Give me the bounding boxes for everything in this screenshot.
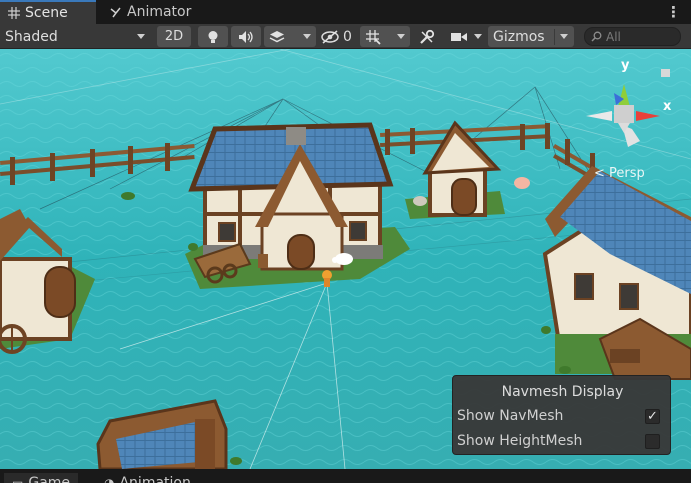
scene-toolbar: Shaded 2D 0 Gizmos All xyxy=(0,24,691,49)
animator-icon xyxy=(110,7,121,17)
tab-animator[interactable]: Animator xyxy=(101,0,199,24)
search-icon xyxy=(591,31,602,42)
gizmo-x-label: x xyxy=(663,99,672,114)
tab-scene[interactable]: Scene xyxy=(0,0,96,24)
show-navmesh-checkbox[interactable]: ✓ xyxy=(645,408,660,424)
tools-toggle-button[interactable] xyxy=(414,26,440,47)
show-heightmesh-row[interactable]: Show HeightMesh xyxy=(457,431,667,451)
tab-animation-label: Animation xyxy=(119,475,191,483)
navmesh-display-title: Navmesh Display xyxy=(501,384,624,400)
tab-game-label: Game xyxy=(28,475,71,483)
wrench-icon xyxy=(420,29,435,44)
chevron-down-icon xyxy=(474,34,482,39)
game-icon: ▭ xyxy=(12,476,24,483)
bottom-tab-bar: ▭ Game ◔ Animation xyxy=(0,469,691,483)
gizmo-lock-icon[interactable] xyxy=(661,69,670,77)
lighting-toggle-button[interactable] xyxy=(198,26,228,47)
toggle-2d-button[interactable]: 2D xyxy=(157,26,191,47)
chevron-down-icon xyxy=(397,34,405,39)
chevron-down-icon xyxy=(137,34,145,39)
gizmos-dropdown[interactable]: Gizmos xyxy=(488,26,574,47)
search-input[interactable]: All xyxy=(584,27,681,46)
tab-game[interactable]: ▭ Game xyxy=(4,473,79,483)
shading-mode-dropdown[interactable]: Shaded xyxy=(0,26,151,47)
toggle-2d-label: 2D xyxy=(164,29,184,44)
show-heightmesh-checkbox[interactable] xyxy=(645,433,660,449)
chevron-down-icon xyxy=(560,34,568,39)
tab-animator-label: Animator xyxy=(127,4,192,20)
navmesh-display-panel: Navmesh Display Show NavMesh ✓ Show Heig… xyxy=(452,375,671,455)
scene-visibility-toggle[interactable]: 0 xyxy=(318,26,356,47)
grid-snapping-dropdown[interactable] xyxy=(360,26,410,47)
tab-scene-label: Scene xyxy=(25,5,68,21)
camera-icon xyxy=(451,32,467,41)
animation-icon: ◔ xyxy=(104,476,115,483)
hidden-eye-icon xyxy=(321,29,339,44)
camera-settings-dropdown[interactable] xyxy=(446,26,486,47)
lightbulb-icon xyxy=(208,30,218,43)
show-navmesh-row[interactable]: Show NavMesh ✓ xyxy=(457,406,667,426)
more-options-icon[interactable]: ⋮ xyxy=(666,3,681,21)
center-house xyxy=(188,122,394,284)
effects-dropdown[interactable] xyxy=(264,26,316,47)
show-heightmesh-label: Show HeightMesh xyxy=(457,433,583,449)
projection-label[interactable]: < Persp xyxy=(594,166,645,181)
grid-icon xyxy=(8,7,20,19)
hidden-count: 0 xyxy=(343,28,352,45)
grid-snap-icon xyxy=(366,29,381,45)
audio-toggle-button[interactable] xyxy=(231,26,261,47)
tab-animation[interactable]: ◔ Animation xyxy=(96,473,199,483)
speaker-icon xyxy=(239,30,253,43)
layers-icon xyxy=(269,30,285,42)
gizmo-y-label: y xyxy=(621,58,630,73)
show-navmesh-label: Show NavMesh xyxy=(457,408,564,424)
search-placeholder: All xyxy=(606,29,621,44)
chevron-down-icon xyxy=(303,34,311,39)
editor-tab-bar: Scene Animator ⋮ xyxy=(0,0,691,24)
projection-text: Persp xyxy=(609,166,645,181)
gizmos-label: Gizmos xyxy=(493,28,545,45)
shading-mode-value: Shaded xyxy=(5,28,58,45)
